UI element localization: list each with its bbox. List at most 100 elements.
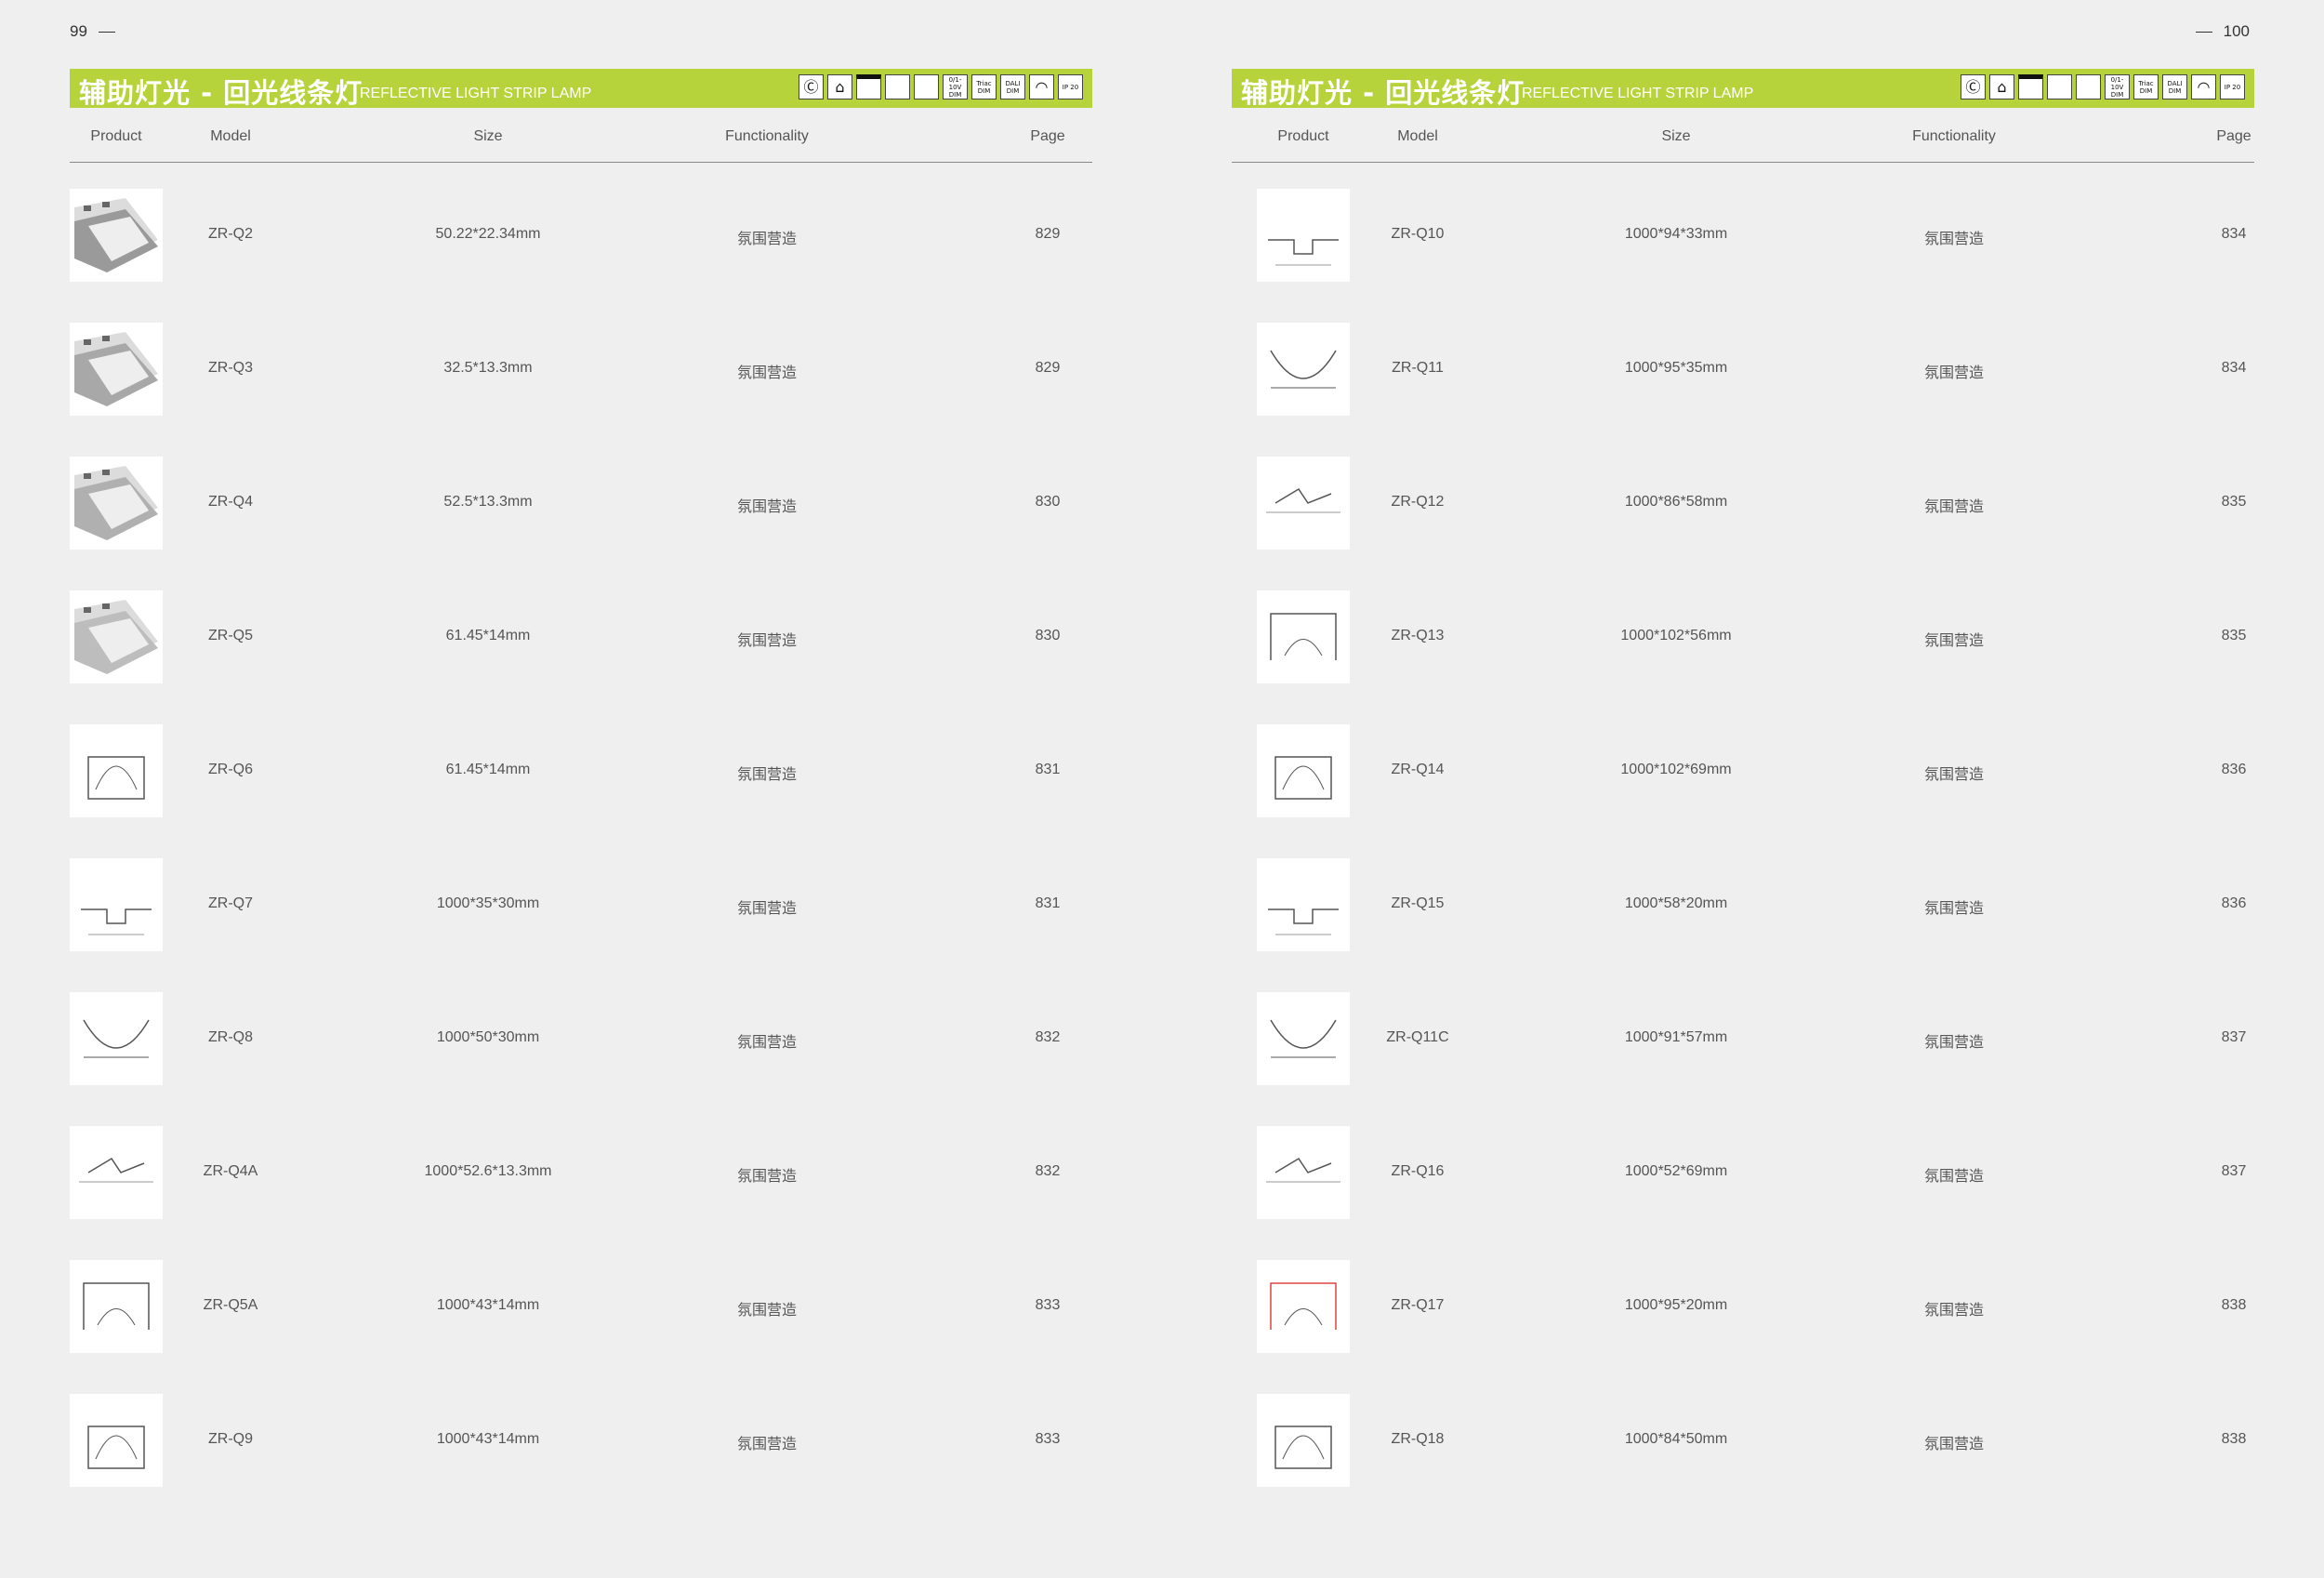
cell-function: 氛围营造 [736,767,798,783]
cell-page: 838 [2221,1297,2247,1313]
cell-size: 1000*91*57mm [1624,1029,1728,1045]
triac-dim-icon: Triac DIM [971,74,997,99]
table-row[interactable]: ZR-Q2 50.22*22.34mm 氛围营造 829 [70,189,1092,282]
table-row[interactable]: ZR-Q18 1000*84*50mm 氛围营造 838 [1232,1394,2254,1487]
cell-function: 氛围营造 [736,365,798,381]
table-row[interactable]: ZR-Q12 1000*86*58mm 氛围营造 835 [1232,457,2254,550]
header-product: Product [90,128,142,144]
cell-page: 829 [1035,360,1061,376]
table-row[interactable]: ZR-Q14 1000*102*69mm 氛围营造 836 [1232,724,2254,817]
product-profile-drawing [1257,724,1350,817]
table-row[interactable]: ZR-Q11 1000*95*35mm 氛围营造 834 [1232,323,2254,416]
cell-size: 1000*43*14mm [436,1431,540,1447]
cell-function: 氛围营造 [736,499,798,515]
table-row[interactable]: ZR-Q10 1000*94*33mm 氛围营造 834 [1232,189,2254,282]
cell-page: 834 [2221,360,2247,376]
cell-size: 61.45*14mm [445,628,531,643]
cell-function: 氛围营造 [736,901,798,917]
cell-size: 52.5*13.3mm [443,494,533,510]
cell-page: 829 [1035,226,1061,242]
cell-model: ZR-Q5 [208,628,253,643]
cell-model: ZR-Q7 [208,895,253,911]
cri-range-icon [2047,74,2072,99]
cell-page: 833 [1035,1297,1061,1313]
dash-divider [2195,32,2212,33]
table-row[interactable]: ZR-Q8 1000*50*30mm 氛围营造 832 [70,992,1092,1085]
cell-function: 氛围营造 [736,1169,798,1185]
right-page-number-text: 100 [2223,22,2250,40]
right-page-number: 100 [2185,22,2250,41]
table-row[interactable]: ZR-Q16 1000*52*69mm 氛围营造 837 [1232,1126,2254,1219]
cell-size: 50.22*22.34mm [435,226,541,242]
triac-dim-icon: Triac DIM [2133,74,2159,99]
0-1-10v-dim-icon: 0/1-10V DIM [943,74,968,99]
cell-model: ZR-Q12 [1391,494,1445,510]
header-functionality: Functionality [725,128,809,144]
cell-model: ZR-Q14 [1391,762,1445,777]
cell-function: 氛围营造 [736,1035,798,1051]
ccc-icon: Ⓒ [799,74,824,99]
product-profile-drawing [70,1394,163,1487]
table-row[interactable]: ZR-Q5A 1000*43*14mm 氛围营造 833 [70,1260,1092,1353]
ip-20-icon: IP 20 [2220,74,2245,99]
cell-page: 835 [2221,628,2247,643]
cell-page: 831 [1035,895,1061,911]
cell-page: 837 [2221,1029,2247,1045]
banner-title-en: REFLECTIVE LIGHT STRIP LAMP [1522,86,1754,101]
table-row[interactable]: ZR-Q11C 1000*91*57mm 氛围营造 837 [1232,992,2254,1085]
cell-model: ZR-Q16 [1391,1163,1445,1179]
home-icon: ⌂ [827,74,852,99]
table-row[interactable]: ZR-Q13 1000*102*56mm 氛围营造 835 [1232,590,2254,683]
cell-size: 32.5*13.3mm [443,360,533,376]
cell-function: 氛围营造 [736,633,798,649]
header-functionality: Functionality [1912,128,1996,144]
cell-function: 氛围营造 [1923,1169,1985,1185]
product-profile-drawing [1257,1126,1350,1219]
product-photo [70,590,163,683]
cell-size: 1000*86*58mm [1624,494,1728,510]
cell-page: 836 [2221,895,2247,911]
cell-model: ZR-Q2 [208,226,253,242]
right-page: 辅助灯光 - 回光线条灯 REFLECTIVE LIGHT STRIP LAMP… [1232,69,2254,1487]
product-profile-drawing [70,724,163,817]
feature-icons: Ⓒ ⌂ 0/1-10V DIM Triac DIM DALI DIM ◠ IP 20 [799,74,1083,99]
cell-model: ZR-Q10 [1391,226,1445,242]
table-row[interactable]: ZR-Q17 1000*95*20mm 氛围营造 838 [1232,1260,2254,1353]
cell-function: 氛围营造 [736,1437,798,1452]
cell-size: 1000*94*33mm [1624,226,1728,242]
feature-icons: Ⓒ ⌂ 0/1-10V DIM Triac DIM DALI DIM ◠ IP 20 [1961,74,2245,99]
cell-size: 1000*102*69mm [1620,762,1732,777]
cell-model: ZR-Q4A [203,1163,258,1179]
table-row[interactable]: ZR-Q7 1000*35*30mm 氛围营造 831 [70,858,1092,951]
table-header: Product Model Size Functionality Page [70,108,1092,163]
cell-function: 氛围营造 [1923,633,1985,649]
beam-angle-icon [2076,74,2101,99]
cell-function: 氛围营造 [1923,767,1985,783]
cell-model: ZR-Q17 [1391,1297,1445,1313]
product-profile-drawing [1257,189,1350,282]
header-model: Model [210,128,251,144]
table-row[interactable]: ZR-Q5 61.45*14mm 氛围营造 830 [70,590,1092,683]
table-row[interactable]: ZR-Q9 1000*43*14mm 氛围营造 833 [70,1394,1092,1487]
arc-icon: ◠ [1029,74,1054,99]
table-row[interactable]: ZR-Q3 32.5*13.3mm 氛围营造 829 [70,323,1092,416]
table-row[interactable]: ZR-Q15 1000*58*20mm 氛围营造 836 [1232,858,2254,951]
banner-title-cn: 辅助灯光 - 回光线条灯 [1241,77,1525,109]
cell-model: ZR-Q6 [208,762,253,777]
dali-dim-icon: DALI DIM [1000,74,1025,99]
product-profile-drawing [70,1260,163,1353]
product-profile-drawing [1257,457,1350,550]
cell-size: 1000*58*20mm [1624,895,1728,911]
product-profile-drawing [70,1126,163,1219]
cell-size: 1000*35*30mm [436,895,540,911]
cell-model: ZR-Q5A [203,1297,258,1313]
section-banner: 辅助灯光 - 回光线条灯 REFLECTIVE LIGHT STRIP LAMP… [70,69,1092,109]
left-page: 辅助灯光 - 回光线条灯 REFLECTIVE LIGHT STRIP LAMP… [70,69,1092,1487]
left-page-number-text: 99 [70,22,87,40]
table-row[interactable]: ZR-Q4 52.5*13.3mm 氛围营造 830 [70,457,1092,550]
home-icon: ⌂ [1989,74,2014,99]
cell-model: ZR-Q3 [208,360,253,376]
table-row[interactable]: ZR-Q6 61.45*14mm 氛围营造 831 [70,724,1092,817]
cell-model: ZR-Q8 [208,1029,253,1045]
table-row[interactable]: ZR-Q4A 1000*52.6*13.3mm 氛围营造 832 [70,1126,1092,1219]
